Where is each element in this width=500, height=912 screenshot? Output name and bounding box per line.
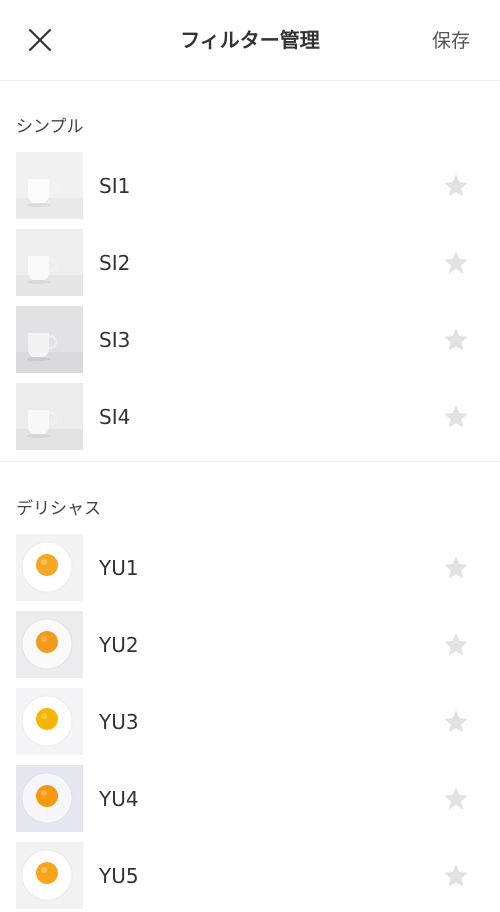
filter-thumbnail-egg	[16, 842, 83, 909]
filter-thumbnail-egg	[16, 688, 83, 755]
star-icon[interactable]	[442, 708, 470, 736]
filter-row-si1[interactable]: SI1	[0, 152, 500, 222]
star-icon[interactable]	[442, 326, 470, 354]
filter-thumbnail-egg	[16, 534, 83, 601]
filter-label: YU4	[99, 787, 139, 811]
star-icon[interactable]	[442, 631, 470, 659]
filter-label: SI4	[99, 405, 131, 429]
filter-row-yu3[interactable]: YU3	[0, 688, 500, 758]
filter-thumbnail-mug	[16, 152, 83, 219]
filter-thumbnail-mug	[16, 306, 83, 373]
save-button[interactable]: 保存	[432, 27, 470, 55]
star-icon[interactable]	[442, 785, 470, 813]
filter-row-yu4[interactable]: YU4	[0, 765, 500, 835]
filter-label: SI1	[99, 174, 131, 198]
star-icon[interactable]	[442, 172, 470, 200]
top-bar: フィルター管理 保存	[0, 0, 500, 81]
filter-label: SI2	[99, 251, 131, 275]
filter-label: YU5	[99, 864, 139, 888]
filter-row-si3[interactable]: SI3	[0, 306, 500, 376]
filter-label: YU3	[99, 710, 139, 734]
star-icon[interactable]	[442, 554, 470, 582]
star-icon[interactable]	[442, 403, 470, 431]
section-label-delicious: デリシャス	[16, 499, 101, 519]
filter-row-yu1[interactable]: YU1	[0, 534, 500, 604]
star-icon[interactable]	[442, 249, 470, 277]
section-divider	[0, 461, 500, 462]
star-icon[interactable]	[442, 862, 470, 890]
filter-thumbnail-mug	[16, 383, 83, 450]
filter-row-si4[interactable]: SI4	[0, 383, 500, 453]
filter-row-yu2[interactable]: YU2	[0, 611, 500, 681]
filter-label: YU1	[99, 556, 139, 580]
filter-thumbnail-mug	[16, 229, 83, 296]
filter-label: YU2	[99, 633, 139, 657]
filter-row-yu5[interactable]: YU5	[0, 842, 500, 912]
page-title: フィルター管理	[180, 28, 320, 52]
filter-thumbnail-egg	[16, 765, 83, 832]
filter-thumbnail-egg	[16, 611, 83, 678]
section-label-simple: シンプル	[16, 117, 84, 137]
filter-label: SI3	[99, 328, 131, 352]
filter-row-si2[interactable]: SI2	[0, 229, 500, 299]
